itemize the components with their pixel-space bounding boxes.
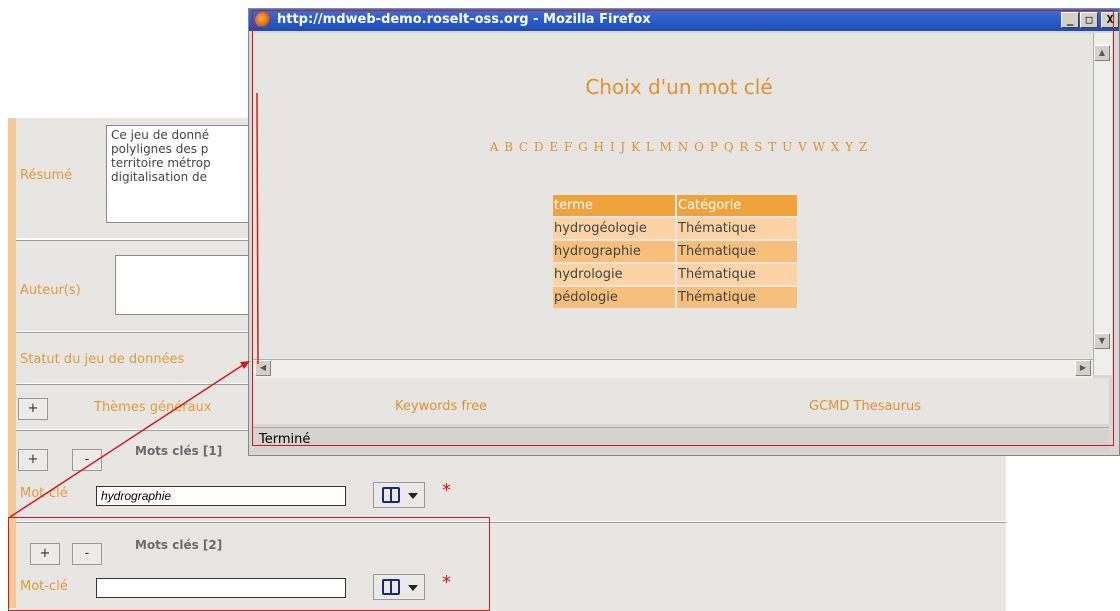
annotation-arrows [9, 92, 259, 518]
arrow-line [256, 92, 259, 365]
arrow-line [9, 362, 247, 518]
arrowhead [240, 361, 250, 369]
